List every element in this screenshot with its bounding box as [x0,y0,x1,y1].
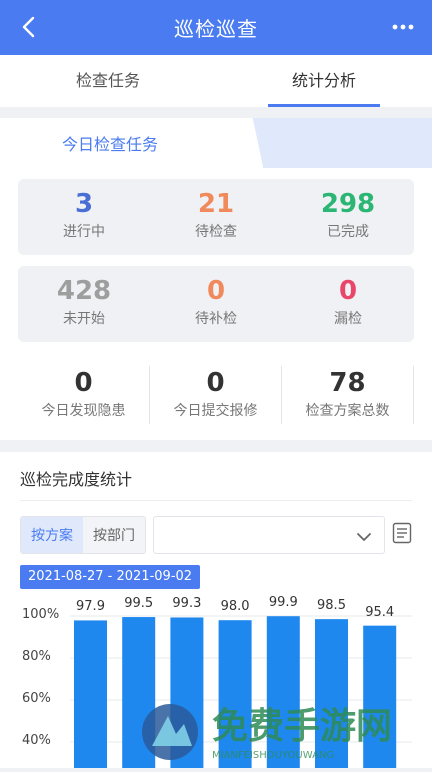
status-box-2: 428 未开始 0 待补检 0 漏检 [18,266,414,342]
stat-value: 0 [206,368,225,398]
divider [20,500,412,501]
stat-repairs-submitted[interactable]: 0 今日提交报修 [150,366,282,424]
stat-value: 0 [206,276,226,306]
bar-value-label: 99.3 [172,596,202,612]
stat-value: 0 [338,276,358,306]
stat-label: 已完成 [327,224,369,240]
page-title: 巡检巡查 [174,17,258,41]
stat-completed[interactable]: 298 已完成 [282,179,414,255]
bar-value-label: 99.5 [124,596,154,612]
by-department-button[interactable]: 按部门 [83,517,145,553]
bar-value-label: 98.5 [317,598,346,614]
group-by-toggle: 按方案 按部门 [20,516,146,554]
watermark-logo: 免费手游网 MIANFEISHOUYOUWANG [138,694,428,768]
watermark-text: 免费手游网 [212,706,392,747]
bar-value-label: 99.9 [268,595,298,611]
chevron-down-icon [356,527,372,546]
today-subtab-bar: 今日检查任务 [0,118,432,168]
tab-inspection-tasks[interactable]: 检查任务 [0,55,216,107]
tab-statistics[interactable]: 统计分析 [216,55,432,107]
stat-value: 298 [320,189,376,219]
stat-in-progress[interactable]: 3 进行中 [18,179,150,255]
stat-not-started[interactable]: 428 未开始 [18,266,150,342]
y-tick-label: 60% [22,691,51,706]
stat-pending-check[interactable]: 21 待检查 [150,179,282,255]
today-tasks-card: 今日检查任务 3 进行中 21 待检查 298 已完成 428 未开始 0 待补… [0,118,432,440]
stat-label: 进行中 [63,224,105,240]
stat-value: 78 [329,368,366,398]
stat-missed[interactable]: 0 漏检 [282,266,414,342]
more-icon[interactable] [388,12,418,42]
stat-hazards-found[interactable]: 0 今日发现隐患 [18,366,150,424]
stat-label: 检查方案总数 [305,403,390,419]
status-box-1: 3 进行中 21 待检查 298 已完成 [18,179,414,255]
date-range-badge[interactable]: 2021-08-27 - 2021-09-02 [20,565,201,589]
list-icon[interactable] [392,522,412,544]
bar[interactable] [74,620,107,768]
bar-value-label: 95.4 [365,604,395,620]
y-tick-label: 100% [22,607,60,622]
back-icon[interactable] [14,12,44,42]
stat-value: 21 [197,189,235,219]
stat-label: 今日发现隐患 [41,403,126,419]
stat-value: 0 [74,368,93,398]
section-title: 巡检完成度统计 [20,470,133,489]
y-tick-label: 80% [22,649,51,664]
app-header: 巡检巡查 [0,0,432,55]
stat-plan-total[interactable]: 78 检查方案总数 [282,366,414,424]
stat-label: 漏检 [334,311,362,327]
main-tabs: 检查任务 统计分析 [0,55,432,107]
stat-label: 未开始 [63,311,105,327]
summary-stats: 0 今日发现隐患 0 今日提交报修 78 检查方案总数 [18,366,414,424]
watermark-subtext: MIANFEISHOUYOUWANG [212,750,334,761]
subtab-today-tasks[interactable]: 今日检查任务 [0,118,236,168]
stat-value: 428 [56,276,112,306]
stat-label: 今日提交报修 [173,403,258,419]
by-plan-button[interactable]: 按方案 [21,517,83,553]
stat-pending-makeup[interactable]: 0 待补检 [150,266,282,342]
stat-value: 3 [74,189,94,219]
y-tick-label: 40% [22,733,51,748]
plan-select[interactable] [153,516,385,554]
stat-label: 待补检 [195,311,237,327]
stat-label: 待检查 [195,224,237,240]
bar-value-label: 97.9 [76,599,105,615]
bar-value-label: 98.0 [220,599,250,615]
